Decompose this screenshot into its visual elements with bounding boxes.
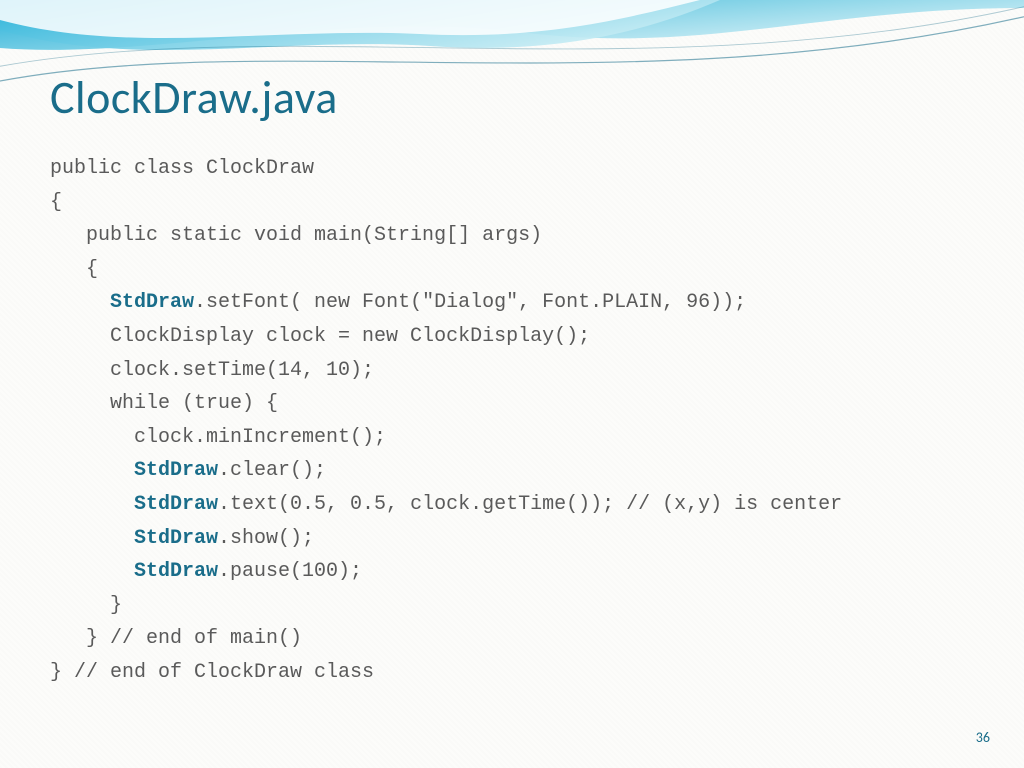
- code-rest: .setFont( new Font("Dialog", Font.PLAIN,…: [194, 291, 746, 314]
- code-indent: [50, 493, 134, 516]
- slide-content: ClockDraw.java public class ClockDraw { …: [0, 0, 1024, 690]
- code-line: {: [50, 191, 62, 214]
- page-number: 36: [976, 729, 990, 746]
- code-rest: .clear();: [218, 459, 326, 482]
- code-line: } // end of ClockDraw class: [50, 661, 374, 684]
- code-line: clock.minIncrement();: [50, 426, 386, 449]
- code-keyword: StdDraw: [134, 493, 218, 516]
- code-line: ClockDisplay clock = new ClockDisplay();: [50, 325, 590, 348]
- code-keyword: StdDraw: [134, 527, 218, 550]
- code-line: {: [50, 258, 98, 281]
- code-rest: .pause(100);: [218, 560, 362, 583]
- code-keyword: StdDraw: [134, 560, 218, 583]
- code-line: clock.setTime(14, 10);: [50, 359, 374, 382]
- code-rest: .show();: [218, 527, 314, 550]
- code-keyword: StdDraw: [110, 291, 194, 314]
- code-line: while (true) {: [50, 392, 278, 415]
- code-keyword: StdDraw: [134, 459, 218, 482]
- code-rest: .text(0.5, 0.5, clock.getTime()); // (x,…: [218, 493, 842, 516]
- code-line: public class ClockDraw: [50, 157, 314, 180]
- code-indent: [50, 560, 134, 583]
- code-indent: [50, 291, 110, 314]
- code-block: public class ClockDraw { public static v…: [50, 152, 974, 690]
- code-line: }: [50, 594, 122, 617]
- slide-title: ClockDraw.java: [50, 70, 974, 126]
- code-indent: [50, 459, 134, 482]
- code-line: public static void main(String[] args): [50, 224, 542, 247]
- code-indent: [50, 527, 134, 550]
- code-line: } // end of main(): [50, 627, 302, 650]
